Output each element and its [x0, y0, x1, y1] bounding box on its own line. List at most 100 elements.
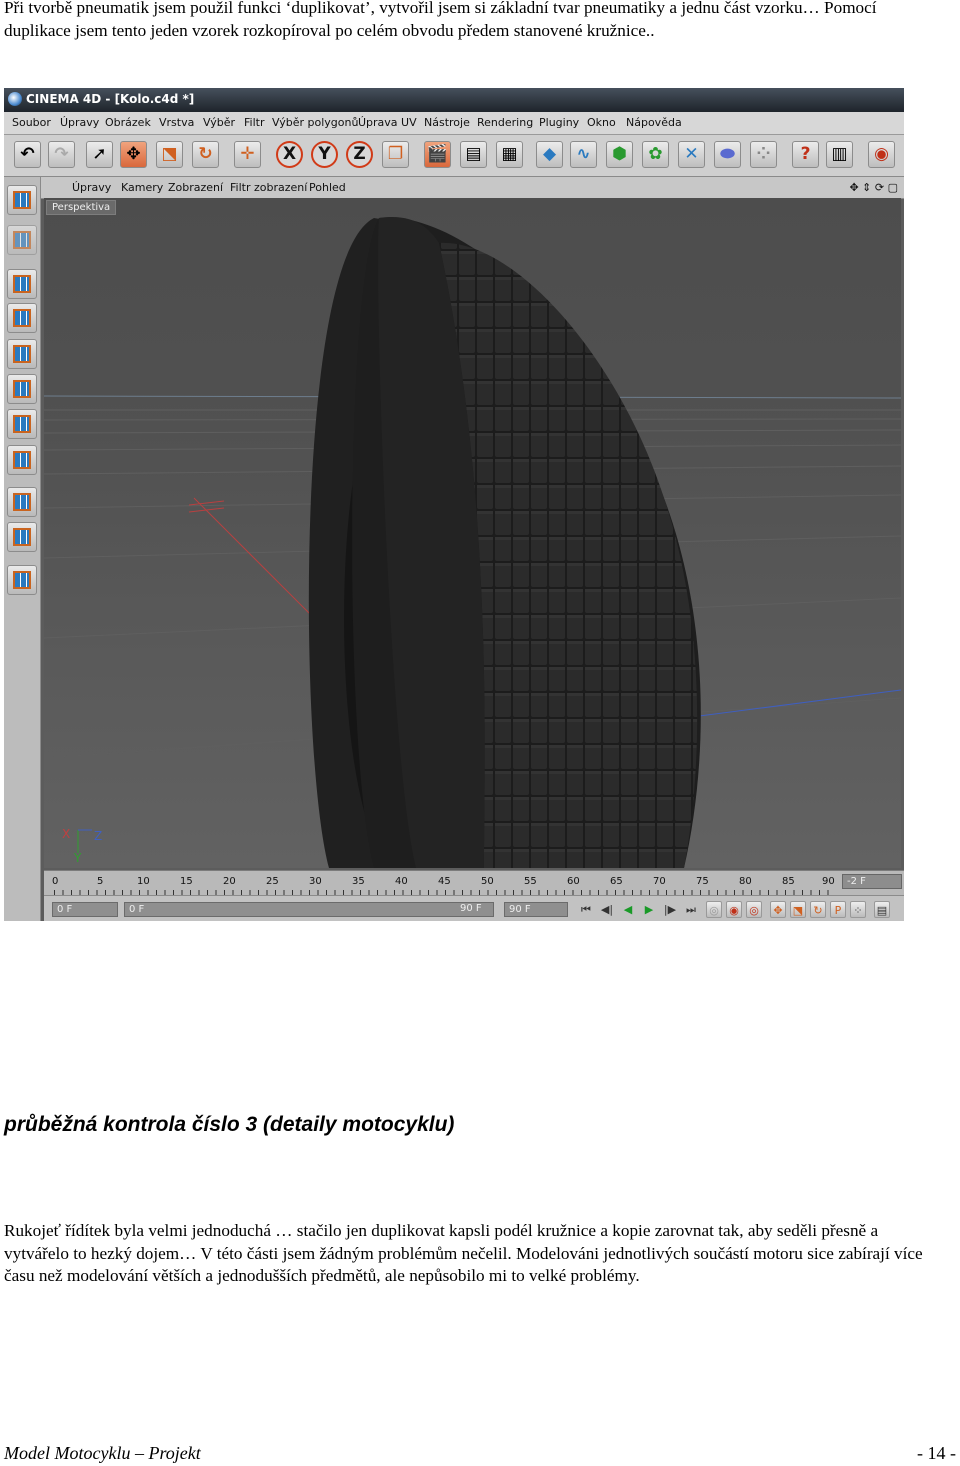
vp-menu-upravy[interactable]: Úpravy: [72, 181, 111, 194]
scale-icon[interactable]: ⬔: [156, 141, 183, 168]
enable-axis-icon[interactable]: [7, 522, 37, 552]
ruler-num: 25: [266, 876, 279, 887]
axis-y-label: Y: [73, 851, 82, 865]
menu-vrstva[interactable]: Vrstva: [159, 116, 194, 129]
end-frame-field[interactable]: 90 F: [504, 902, 568, 917]
z-axis-lock-icon[interactable]: Z: [346, 141, 373, 168]
menu-upravy[interactable]: Úpravy: [60, 116, 99, 129]
spline-icon[interactable]: ∿: [570, 141, 597, 168]
vp-menu-pohled[interactable]: Pohled: [309, 181, 346, 194]
coordinate-system-icon[interactable]: ❐: [382, 141, 409, 168]
points-tool-icon[interactable]: [7, 339, 37, 369]
nurbs-icon[interactable]: ⬢: [606, 141, 633, 168]
ruler-num: 60: [567, 876, 580, 887]
viewport-menu-bar: Úpravy Kamery Zobrazení Filtr zobrazení …: [41, 177, 904, 199]
scale-key-icon[interactable]: ⬔: [790, 901, 806, 918]
footer-title: Model Motocyklu – Projekt: [4, 1443, 201, 1463]
axis-z-label: Z: [94, 829, 102, 843]
autokey-icon[interactable]: ◎: [746, 901, 762, 918]
menu-filtr[interactable]: Filtr: [244, 116, 264, 129]
menu-bar: Soubor Úpravy Obrázek Vrstva Výběr Filtr…: [4, 112, 904, 135]
play-backward-icon[interactable]: ◀: [620, 901, 636, 918]
menu-napoveda[interactable]: Nápověda: [626, 116, 682, 129]
array-icon[interactable]: ✿: [642, 141, 669, 168]
ruler-num: 30: [309, 876, 322, 887]
rotation-key-icon[interactable]: ↻: [810, 901, 826, 918]
menu-okno[interactable]: Okno: [587, 116, 616, 129]
render-picture-viewer-icon[interactable]: ▤: [460, 141, 487, 168]
polygons-tool-icon[interactable]: [7, 409, 37, 439]
cube-icon[interactable]: ◆: [536, 141, 563, 168]
redo-icon[interactable]: ↷: [48, 141, 75, 168]
tire-scene: X Y Z: [44, 217, 901, 868]
object-axis-tool-icon[interactable]: [7, 269, 37, 299]
menu-pluginy[interactable]: Pluginy: [539, 116, 579, 129]
camera-icon[interactable]: ⁘: [750, 141, 777, 168]
world-coords-icon[interactable]: ✛: [234, 141, 261, 168]
deformer-icon[interactable]: ✕: [678, 141, 705, 168]
tweak-mode-icon[interactable]: [7, 565, 37, 595]
next-key-icon[interactable]: |▶: [662, 901, 678, 918]
record-keys-icon[interactable]: ◉: [726, 901, 742, 918]
vp-menu-filtr-zobrazeni[interactable]: Filtr zobrazení: [230, 181, 307, 194]
ruler-num: 45: [438, 876, 451, 887]
texture-tool-icon[interactable]: [7, 225, 37, 255]
render-view-icon[interactable]: 🎬: [424, 141, 451, 168]
help-icon[interactable]: ?: [792, 141, 819, 168]
edges-tool-icon[interactable]: [7, 374, 37, 404]
timeline-window-icon[interactable]: ▤: [874, 901, 890, 918]
ruler-num: 5: [97, 876, 104, 887]
record-icon[interactable]: ◎: [706, 901, 722, 918]
ruler-num: 80: [739, 876, 752, 887]
range-end-field[interactable]: 90 F: [456, 902, 492, 917]
environment-icon[interactable]: ⬬: [714, 141, 741, 168]
ruler-num: 40: [395, 876, 408, 887]
ruler-num: 75: [696, 876, 709, 887]
3d-viewport[interactable]: X Y Z Perspektiva: [44, 198, 901, 868]
render-settings-icon[interactable]: ▦: [496, 141, 523, 168]
axis-tool-icon[interactable]: [7, 303, 37, 333]
rotate-icon[interactable]: ↻: [192, 141, 219, 168]
goto-start-icon[interactable]: ⏮: [578, 901, 594, 918]
layout-icon[interactable]: ▥: [826, 141, 853, 168]
play-forward-icon[interactable]: ▶: [641, 901, 657, 918]
viewport-nav-icons[interactable]: ✥ ⇕ ⟳ ▢: [849, 181, 898, 194]
vp-menu-kamery[interactable]: Kamery: [121, 181, 163, 194]
use-model-tool-icon[interactable]: [7, 185, 37, 215]
section-heading: průběžná kontrola číslo 3 (detaily motoc…: [4, 1113, 455, 1136]
menu-nastroje[interactable]: Nástroje: [424, 116, 470, 129]
ruler-num: 10: [137, 876, 150, 887]
ruler-num: 85: [782, 876, 795, 887]
menu-obrazek[interactable]: Obrázek: [105, 116, 151, 129]
move-icon[interactable]: ✥: [120, 141, 147, 168]
menu-soubor[interactable]: Soubor: [12, 116, 51, 129]
live-select-icon[interactable]: ➚: [86, 141, 113, 168]
y-axis-lock-icon[interactable]: Y: [311, 141, 338, 168]
ruler-num: 35: [352, 876, 365, 887]
current-frame-field[interactable]: -2 F: [842, 874, 902, 889]
menu-vyber-polygonu[interactable]: Výběr polygonů: [272, 116, 358, 129]
vp-menu-zobrazeni[interactable]: Zobrazení: [168, 181, 223, 194]
point-level-icon[interactable]: ⁘: [850, 901, 866, 918]
range-start-field[interactable]: 0 F: [124, 902, 494, 917]
texture-mode-icon[interactable]: [7, 487, 37, 517]
prev-key-icon[interactable]: ◀|: [599, 901, 615, 918]
body-paragraph: Rukojeť řídítek byla velmi jednoduchá … …: [4, 1221, 923, 1285]
menu-rendering[interactable]: Rendering: [477, 116, 533, 129]
ruler-num: 50: [481, 876, 494, 887]
param-key-icon[interactable]: P: [830, 901, 846, 918]
menu-uprava-uv[interactable]: Úprava UV: [358, 116, 417, 129]
ruler-num: 15: [180, 876, 193, 887]
cinema4d-logo-icon: [8, 92, 22, 106]
page-number: - 14 -: [917, 1443, 956, 1463]
menu-vyber[interactable]: Výběr: [203, 116, 235, 129]
web-icon[interactable]: ◉: [868, 141, 895, 168]
goto-end-icon[interactable]: ⏭: [683, 901, 699, 918]
timeline-ruler[interactable]: 0 5 10 15 20 25 30 35 40 45 50 55 60 65 …: [44, 870, 904, 895]
cinema4d-screenshot: CINEMA 4D - [Kolo.c4d *] Soubor Úpravy O…: [4, 88, 904, 921]
start-frame-field[interactable]: 0 F: [52, 902, 118, 917]
x-axis-lock-icon[interactable]: X: [276, 141, 303, 168]
undo-icon[interactable]: ↶: [14, 141, 41, 168]
position-key-icon[interactable]: ✥: [770, 901, 786, 918]
uv-tool-icon[interactable]: [7, 445, 37, 475]
